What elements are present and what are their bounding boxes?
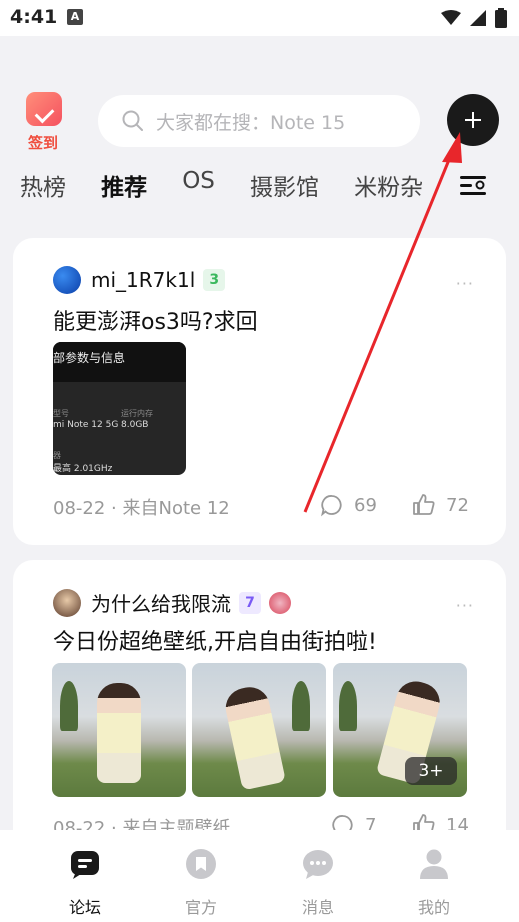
image-content <box>292 681 310 731</box>
nav-label: 官方 <box>184 898 217 917</box>
bottom-nav: 论坛 官方 消息 我的 <box>0 830 519 922</box>
wifi-icon <box>441 10 461 25</box>
image-content <box>97 683 141 783</box>
profile-icon <box>418 848 450 880</box>
checkin-button[interactable]: 签到 <box>26 92 66 152</box>
search-input[interactable]: 大家都在搜：Note 15 <box>98 95 420 147</box>
image-text: 器 <box>53 451 61 460</box>
nav-label: 我的 <box>417 898 450 917</box>
medal-icon <box>269 591 291 614</box>
nav-forum[interactable]: 论坛 <box>45 848 125 918</box>
thumbs-up-icon <box>413 494 435 515</box>
official-icon <box>185 848 217 880</box>
image-content <box>339 681 357 731</box>
image-text: 型号 <box>53 409 69 418</box>
tab-fade <box>420 166 456 206</box>
image-text: 8.0GB <box>121 420 149 430</box>
tab-os[interactable]: OS <box>182 168 215 194</box>
post-source: · 来自Note 12 <box>111 498 230 519</box>
nav-label: 论坛 <box>68 898 101 917</box>
comment-count: 69 <box>354 494 377 516</box>
nav-label: 消息 <box>301 898 334 917</box>
signal-icon <box>470 10 486 26</box>
level-badge: 3 <box>203 269 226 291</box>
category-tabs: 热榜 推荐 OS 摄影馆 米粉杂 <box>20 168 450 204</box>
image-text: mi Note 12 5G <box>53 420 119 430</box>
battery-icon <box>495 8 507 28</box>
checkin-label: 签到 <box>28 134 59 152</box>
like-button[interactable]: 72 <box>412 493 469 517</box>
nav-messages[interactable]: 消息 <box>278 848 358 918</box>
post-image[interactable] <box>192 663 326 797</box>
image-content <box>60 681 78 731</box>
status-icons <box>441 8 507 28</box>
status-bar: 4:41 A <box>0 0 519 36</box>
image-header-text: 部参数与信息 <box>53 342 186 382</box>
author-name[interactable]: mi_1R7k1l <box>91 268 195 292</box>
tab-hot[interactable]: 热榜 <box>20 168 66 202</box>
tab-menu-icon[interactable] <box>460 174 486 198</box>
post-image[interactable] <box>52 663 186 797</box>
post-image[interactable]: 3+ <box>333 663 467 797</box>
search-placeholder: 大家都在搜：Note 15 <box>156 111 346 134</box>
avatar[interactable] <box>53 266 81 294</box>
image-text: 运行内存 <box>121 409 153 418</box>
like-count: 72 <box>446 494 469 516</box>
search-icon <box>122 110 143 131</box>
post-card[interactable]: 为什么给我限流 7 ··· 今日份超绝壁纸,开启自由街拍啦! 3+ 08-22 … <box>13 560 506 850</box>
author-name[interactable]: 为什么给我限流 <box>91 588 231 617</box>
post-title[interactable]: 能更澎湃os3吗?求回 <box>53 304 258 336</box>
level-badge: 7 <box>239 591 261 614</box>
nav-official[interactable]: 官方 <box>161 848 241 918</box>
post-card[interactable]: mi_1R7k1l 3 ··· 能更澎湃os3吗?求回 部参数与信息 型号 mi… <box>13 238 506 545</box>
post-author[interactable]: mi_1R7k1l 3 <box>53 266 226 294</box>
image-text: 最高 2.01GHz <box>53 464 113 474</box>
post-date: 08-22 <box>53 498 106 519</box>
status-time: 4:41 <box>10 6 58 28</box>
post-author[interactable]: 为什么给我限流 7 <box>53 588 291 617</box>
more-icon[interactable]: ··· <box>456 596 474 615</box>
forum-icon <box>69 848 101 880</box>
comment-icon <box>321 495 342 517</box>
tab-mifan[interactable]: 米粉杂 <box>354 168 423 202</box>
tab-photography[interactable]: 摄影馆 <box>250 168 319 202</box>
tab-recommend[interactable]: 推荐 <box>101 168 147 202</box>
more-icon[interactable]: ··· <box>456 274 474 293</box>
post-image[interactable]: 部参数与信息 型号 mi Note 12 5G 运行内存 8.0GB 器 最高 … <box>53 342 186 475</box>
post-title[interactable]: 今日份超绝壁纸,开启自由街拍啦! <box>53 624 377 656</box>
avatar[interactable] <box>53 588 81 617</box>
add-post-button[interactable] <box>447 94 499 146</box>
comment-button[interactable]: 69 <box>320 493 377 517</box>
checkin-icon <box>26 92 62 126</box>
notification-icon: A <box>67 9 83 25</box>
image-content <box>222 683 286 791</box>
post-meta: 08-22 · 来自Note 12 <box>53 494 230 520</box>
nav-profile[interactable]: 我的 <box>394 848 474 918</box>
message-icon <box>302 848 334 880</box>
more-images-badge[interactable]: 3+ <box>405 757 457 785</box>
